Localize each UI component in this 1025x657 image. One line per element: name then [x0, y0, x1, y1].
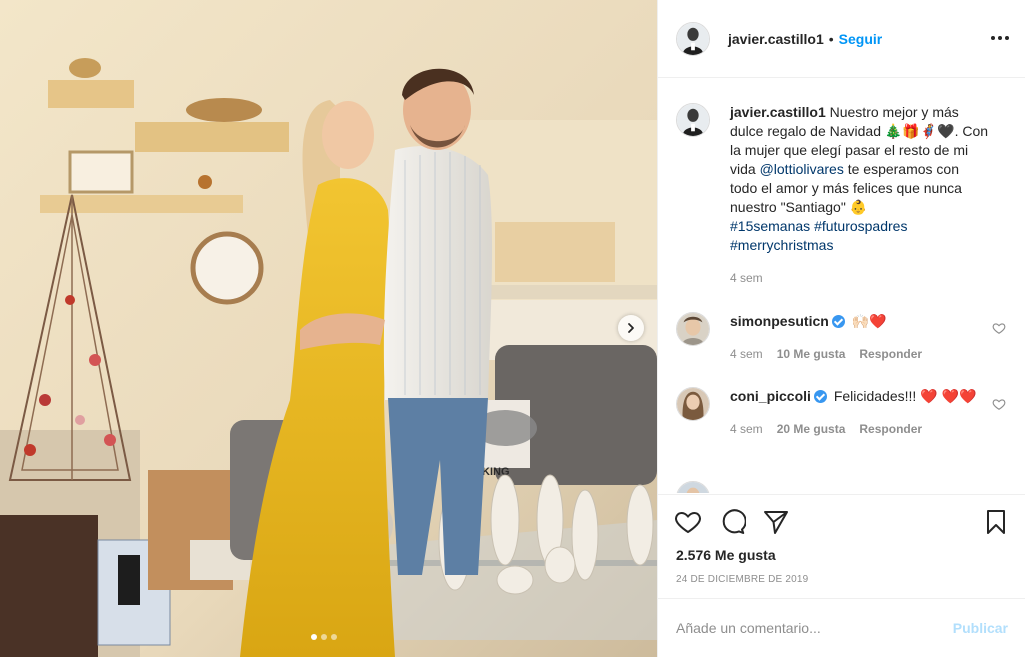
caption: javier.castillo1 Nuestro mejor y más dul… — [676, 103, 1016, 288]
avatar[interactable] — [676, 312, 710, 346]
comment-likes[interactable]: 10 Me gusta — [777, 345, 846, 364]
comment-body: simonpesuticn 🙌🏻❤️ 4 sem 10 Me gusta Res… — [730, 312, 990, 364]
post-side-panel: javier.castillo1 • Seguir javier.castill… — [657, 0, 1025, 657]
comment-item: simonpesuticn 🙌🏻❤️ 4 sem 10 Me gusta Res… — [676, 312, 1016, 364]
follow-button[interactable]: Seguir — [839, 31, 883, 47]
comment-icon[interactable] — [718, 508, 746, 536]
bookmark-icon[interactable] — [982, 508, 1010, 536]
comment-time[interactable]: 4 sem — [730, 420, 763, 439]
publish-button[interactable]: Publicar — [953, 620, 1008, 636]
like-comment-heart-icon[interactable] — [992, 397, 1006, 411]
share-icon[interactable] — [762, 508, 790, 536]
caption-username[interactable]: javier.castillo1 — [730, 104, 826, 120]
comment-likes[interactable]: 20 Me gusta — [777, 420, 846, 439]
photo-scene: KING — [0, 0, 657, 657]
post-actions: 2.576 Me gusta 24 de diciembre de 2019 — [658, 494, 1025, 598]
comment-text: 🙌🏻❤️ — [851, 313, 887, 329]
avatar[interactable] — [676, 387, 710, 421]
comment-item: coni_piccoli Felicidades!!! ❤️ ❤️❤️ 4 se… — [676, 387, 1016, 439]
carousel-dot — [331, 634, 337, 640]
carousel-dot — [311, 634, 317, 640]
carousel-dot — [321, 634, 327, 640]
caption-mention[interactable]: @lottiolivares — [760, 161, 844, 177]
caption-time[interactable]: 4 sem — [730, 269, 763, 288]
comment-input[interactable] — [676, 620, 953, 636]
carousel-indicator — [311, 634, 337, 640]
hashtag[interactable]: #futurospadres — [814, 218, 907, 234]
likes-count[interactable]: 2.576 Me gusta — [676, 547, 776, 563]
next-slide-button[interactable] — [618, 315, 644, 341]
comment-body — [730, 481, 990, 493]
comment-username[interactable]: coni_piccoli — [730, 388, 811, 404]
like-comment-heart-icon[interactable] — [992, 321, 1006, 335]
post-container: KING javier.castillo1 • Seguir javier.ca… — [0, 0, 1025, 657]
heart-icon[interactable] — [674, 508, 702, 536]
verified-badge-icon — [813, 390, 827, 403]
comment-item — [676, 481, 1016, 493]
header-username[interactable]: javier.castillo1 — [728, 31, 824, 47]
avatar[interactable] — [676, 21, 710, 56]
hashtag[interactable]: #merrychristmas — [730, 237, 833, 253]
add-comment-bar: Publicar — [658, 598, 1025, 657]
avatar[interactable] — [676, 103, 710, 137]
post-date[interactable]: 24 de diciembre de 2019 — [676, 574, 808, 585]
caption-body: javier.castillo1 Nuestro mejor y más dul… — [730, 103, 990, 288]
comments-list[interactable]: javier.castillo1 Nuestro mejor y más dul… — [658, 79, 1025, 493]
comment-body: coni_piccoli Felicidades!!! ❤️ ❤️❤️ 4 se… — [730, 387, 990, 439]
comment-username[interactable]: simonpesuticn — [730, 313, 829, 329]
hashtag[interactable]: #15semanas — [730, 218, 810, 234]
verified-badge-icon — [831, 315, 845, 328]
reply-button[interactable]: Responder — [859, 345, 922, 364]
reply-button[interactable]: Responder — [859, 420, 922, 439]
more-options-icon[interactable] — [990, 28, 1010, 48]
comment-time[interactable]: 4 sem — [730, 345, 763, 364]
comment-text: Felicidades!!! ❤️ ❤️❤️ — [833, 388, 977, 404]
post-header: javier.castillo1 • Seguir — [658, 0, 1025, 78]
post-photo[interactable]: KING — [0, 0, 657, 657]
avatar[interactable] — [676, 481, 710, 493]
separator: • — [828, 30, 834, 47]
chevron-right-icon — [628, 323, 634, 333]
